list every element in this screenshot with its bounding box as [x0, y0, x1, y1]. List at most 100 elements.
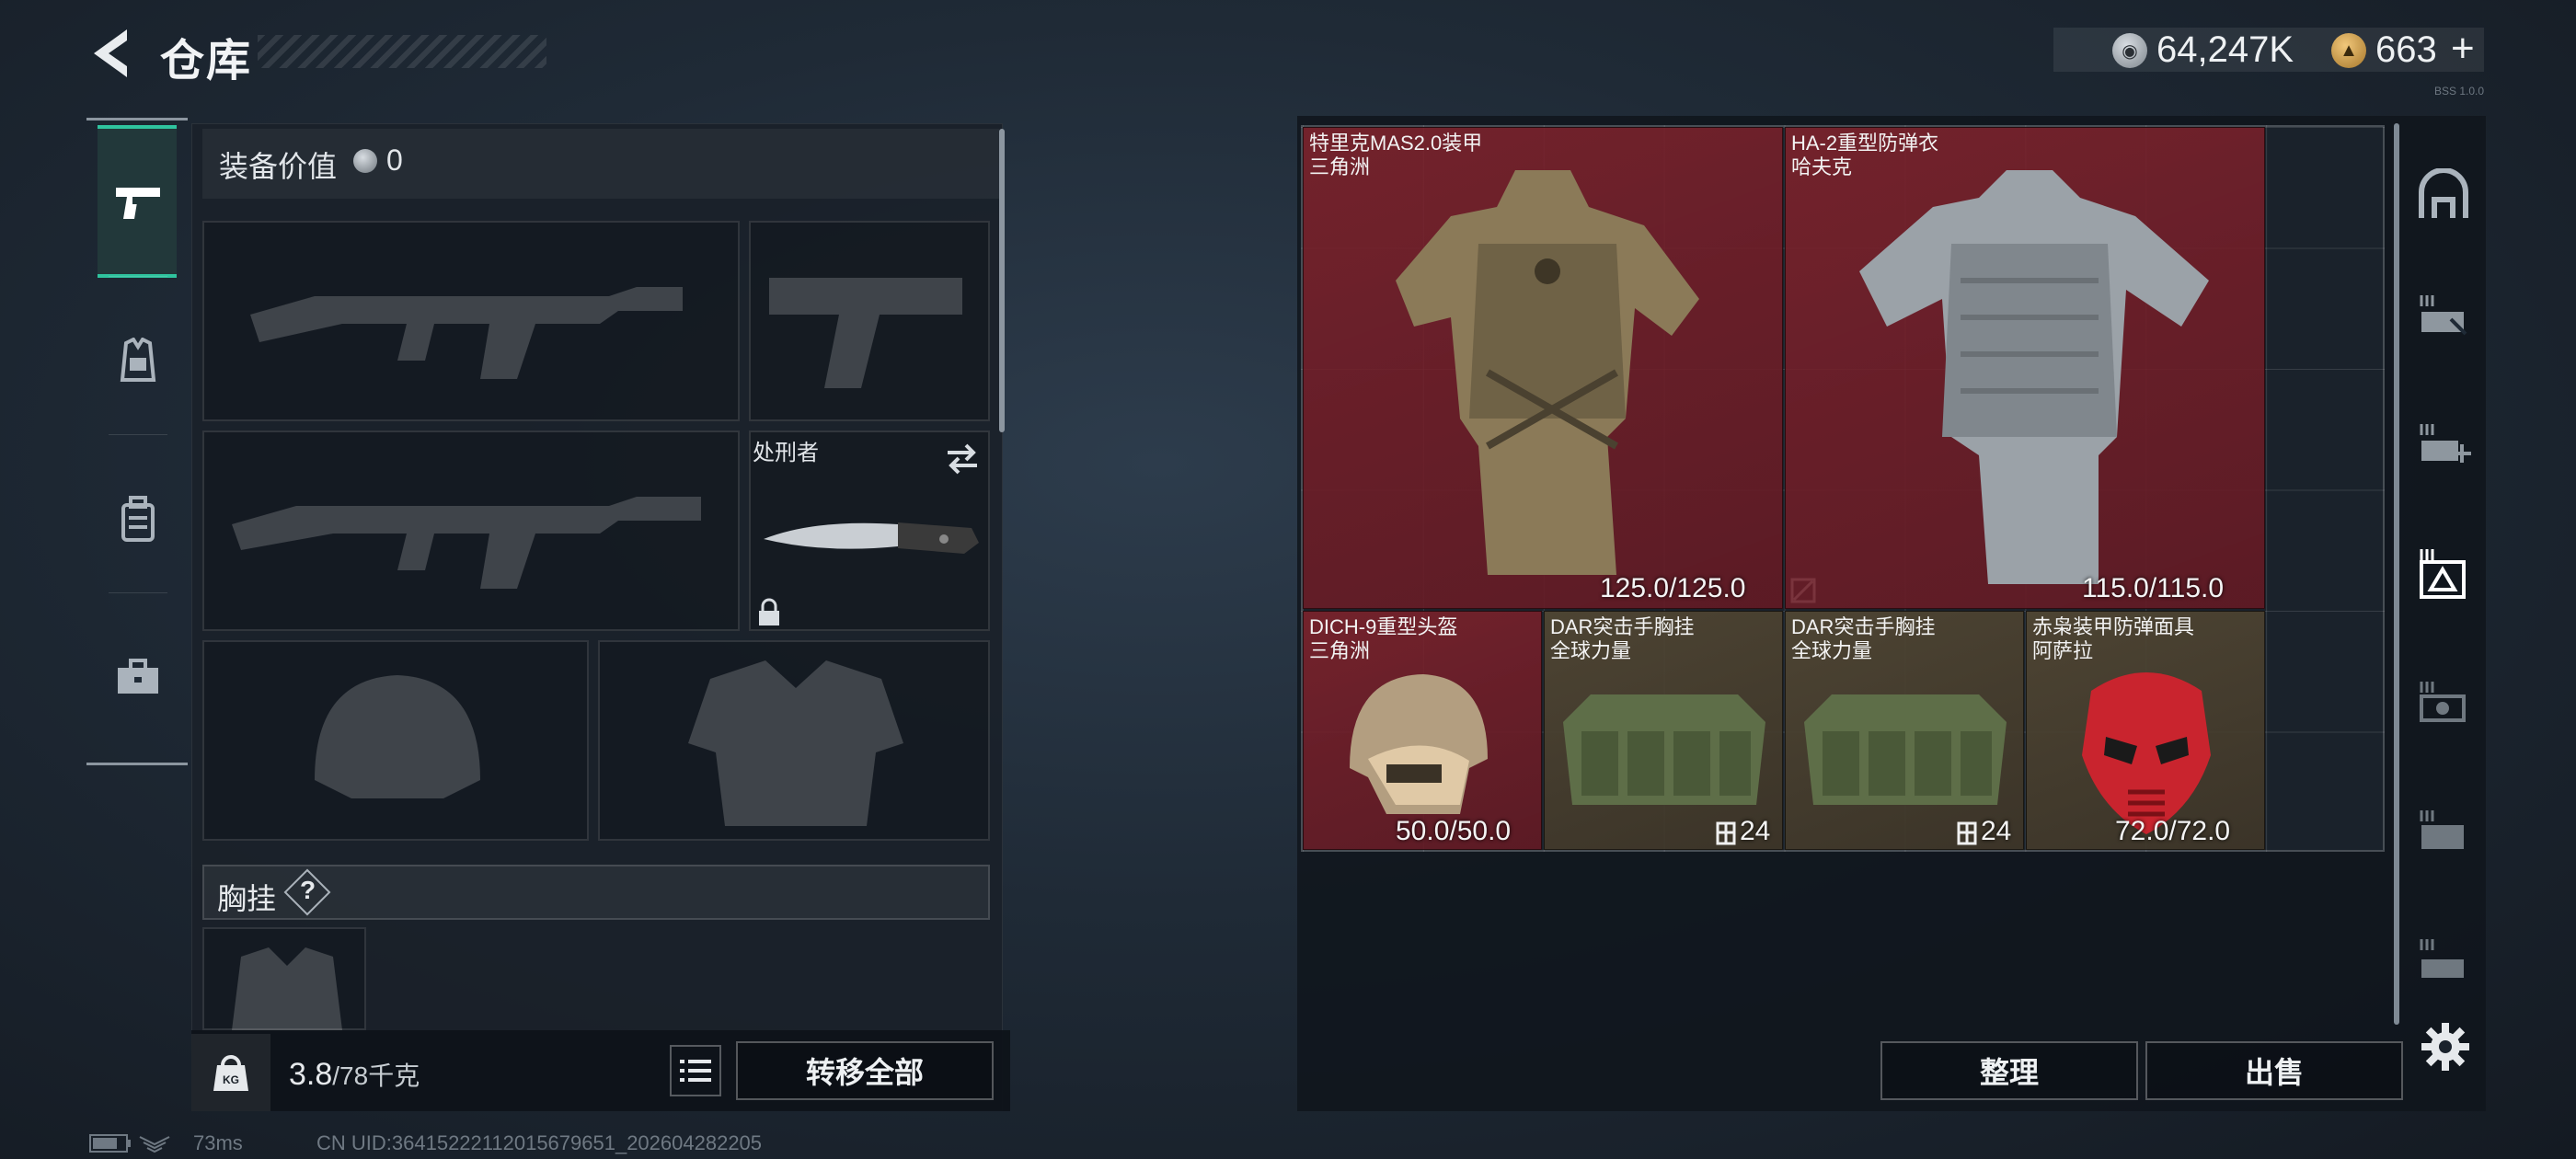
filter-equipment[interactable]	[2407, 651, 2480, 752]
category-toolbox[interactable]	[99, 603, 177, 751]
gear-icon	[2421, 1023, 2469, 1071]
user-uid: CN UID:3641522211201567965​1_20260428220…	[316, 1131, 763, 1154]
stash-scrollbar[interactable]	[2394, 123, 2399, 1025]
knife-icon	[764, 522, 979, 554]
armor-silhouette-icon	[688, 660, 903, 826]
item-faction: 全球力量	[1550, 639, 1632, 662]
category-armor[interactable]	[99, 287, 177, 434]
title-decoration	[258, 35, 546, 68]
filter-armor[interactable]	[2407, 522, 2480, 624]
money-amount: 64,247K	[2156, 29, 2294, 70]
item-name: 赤枭装甲防弹面具	[2032, 615, 2195, 638]
stash-item-armor[interactable]: HA-2重型防弹衣 哈夫克 115.0/115.0	[1785, 127, 2265, 609]
red-mask-icon	[2082, 672, 2211, 834]
filter-weapons[interactable]	[2407, 265, 2480, 366]
carry-weight-max: /78千克	[332, 1061, 420, 1090]
page-title: 仓库	[160, 37, 253, 86]
add-currency-button[interactable]: +	[2451, 26, 2475, 72]
equipment-value: 0	[386, 143, 403, 177]
weight-icon: KG	[213, 1055, 248, 1091]
back-arrow-icon	[94, 29, 127, 77]
weight-icon-box: KG	[191, 1034, 270, 1111]
settings-button[interactable]	[2420, 1021, 2471, 1073]
battery-icon	[89, 1134, 170, 1153]
help-icon-glyph: ?	[300, 876, 316, 904]
item-capacity: 24	[1740, 816, 1771, 846]
filter-misc[interactable]	[2407, 909, 2480, 1010]
nav-divider	[109, 434, 167, 435]
item-durability: 115.0/115.0	[2082, 573, 2225, 603]
list-view-button[interactable]	[670, 1045, 721, 1096]
melee-item-name: 处刑者	[753, 441, 819, 465]
equipment-value-label: 装备价值	[219, 150, 338, 183]
category-weapons[interactable]	[99, 129, 177, 276]
item-durability: 72.0/72.0	[2115, 816, 2231, 846]
pistol-slot[interactable]	[749, 221, 990, 421]
chest-rig-icon	[1563, 694, 1765, 805]
sort-button[interactable]: 整理	[1880, 1041, 2138, 1100]
item-capacity: 24	[1981, 816, 2012, 846]
toolbox-icon	[118, 659, 158, 694]
equipment-scrollbar[interactable]	[999, 129, 1005, 432]
back-button[interactable]	[85, 26, 136, 81]
equipment-filter-icon	[2420, 682, 2466, 722]
swap-icon[interactable]	[944, 442, 981, 475]
misc-filter-icon	[2420, 939, 2464, 978]
stash-item-helmet[interactable]: DICH-9重型头盔 三角洲 50.0/50.0	[1303, 611, 1542, 850]
camo-armor-icon	[1396, 170, 1699, 575]
category-backpack[interactable]	[99, 445, 177, 592]
rifle-silhouette-icon	[250, 287, 683, 379]
version-text: BSS 1.0.0	[2434, 85, 2485, 98]
medical-filter-icon	[2420, 424, 2471, 463]
battery-wifi-status	[88, 1131, 180, 1159]
premium-coin-icon: ▲	[2331, 33, 2366, 68]
stash-item-chest-rig[interactable]: DAR突击手胸挂 全球力量 24	[1544, 611, 1783, 850]
body-armor-slot[interactable]	[598, 640, 990, 841]
pistol-silhouette-icon	[769, 278, 962, 388]
nav-divider	[109, 276, 167, 277]
filter-medical[interactable]	[2407, 394, 2480, 495]
svg-text:KG: KG	[223, 1073, 239, 1086]
backpack-icon	[121, 496, 155, 542]
item-faction: 全球力量	[1791, 639, 1873, 662]
container-filter-icon	[2420, 810, 2464, 849]
stash-item-armor[interactable]: 特里克MAS2.0装甲 三角洲 125.0/125.0	[1303, 127, 1783, 609]
transfer-all-button[interactable]: 转移全部	[736, 1041, 994, 1100]
network-ping: 73ms	[193, 1131, 243, 1154]
item-name: DAR突击手胸挂	[1550, 615, 1695, 638]
primary-weapon-slot[interactable]	[202, 221, 740, 421]
chest-rig-slot[interactable]	[202, 927, 366, 1030]
premium-coin-amount: 663	[2375, 29, 2437, 70]
carry-weight-current: 3.8	[289, 1057, 333, 1092]
stash-item-face-mask[interactable]: 赤枭装甲防弹面具 阿萨拉 72.0/72.0	[2026, 611, 2265, 850]
sell-button[interactable]: 出售	[2145, 1041, 2403, 1100]
chest-rig-label: 胸挂	[217, 882, 277, 915]
helmet-icon	[1350, 674, 1488, 814]
capacity-icon	[1957, 821, 1977, 845]
list-icon	[680, 1060, 711, 1082]
helmet-slot[interactable]	[202, 640, 589, 841]
pistol-icon	[116, 188, 160, 219]
item-name: DICH-9重型头盔	[1309, 615, 1458, 638]
helmet-silhouette-icon	[315, 675, 480, 798]
nav-divider	[109, 592, 167, 593]
item-durability: 50.0/50.0	[1396, 816, 1512, 846]
rifle-silhouette-icon	[232, 497, 701, 589]
filter-all[interactable]	[2407, 143, 2480, 245]
armor-vest-icon	[120, 338, 156, 382]
money-coin-icon: ◉	[2112, 33, 2147, 68]
gray-armor-icon	[1859, 170, 2209, 584]
secondary-weapon-slot[interactable]	[202, 430, 740, 631]
filter-containers[interactable]	[2407, 780, 2480, 881]
armor-filter-icon	[2420, 549, 2466, 599]
rig-silhouette-icon	[232, 947, 342, 1030]
item-name: DAR突击手胸挂	[1791, 615, 1936, 638]
chest-rig-icon	[1804, 694, 2007, 805]
money-coin-icon	[353, 149, 377, 173]
weapon-filter-icon	[2420, 295, 2467, 336]
stash-item-chest-rig[interactable]: DAR突击手胸挂 全球力量 24	[1785, 611, 2024, 850]
lock-icon	[759, 598, 779, 625]
capacity-icon	[1716, 821, 1736, 845]
all-items-icon	[2419, 168, 2468, 218]
carry-weight: 3.8/78千克	[289, 1056, 420, 1093]
